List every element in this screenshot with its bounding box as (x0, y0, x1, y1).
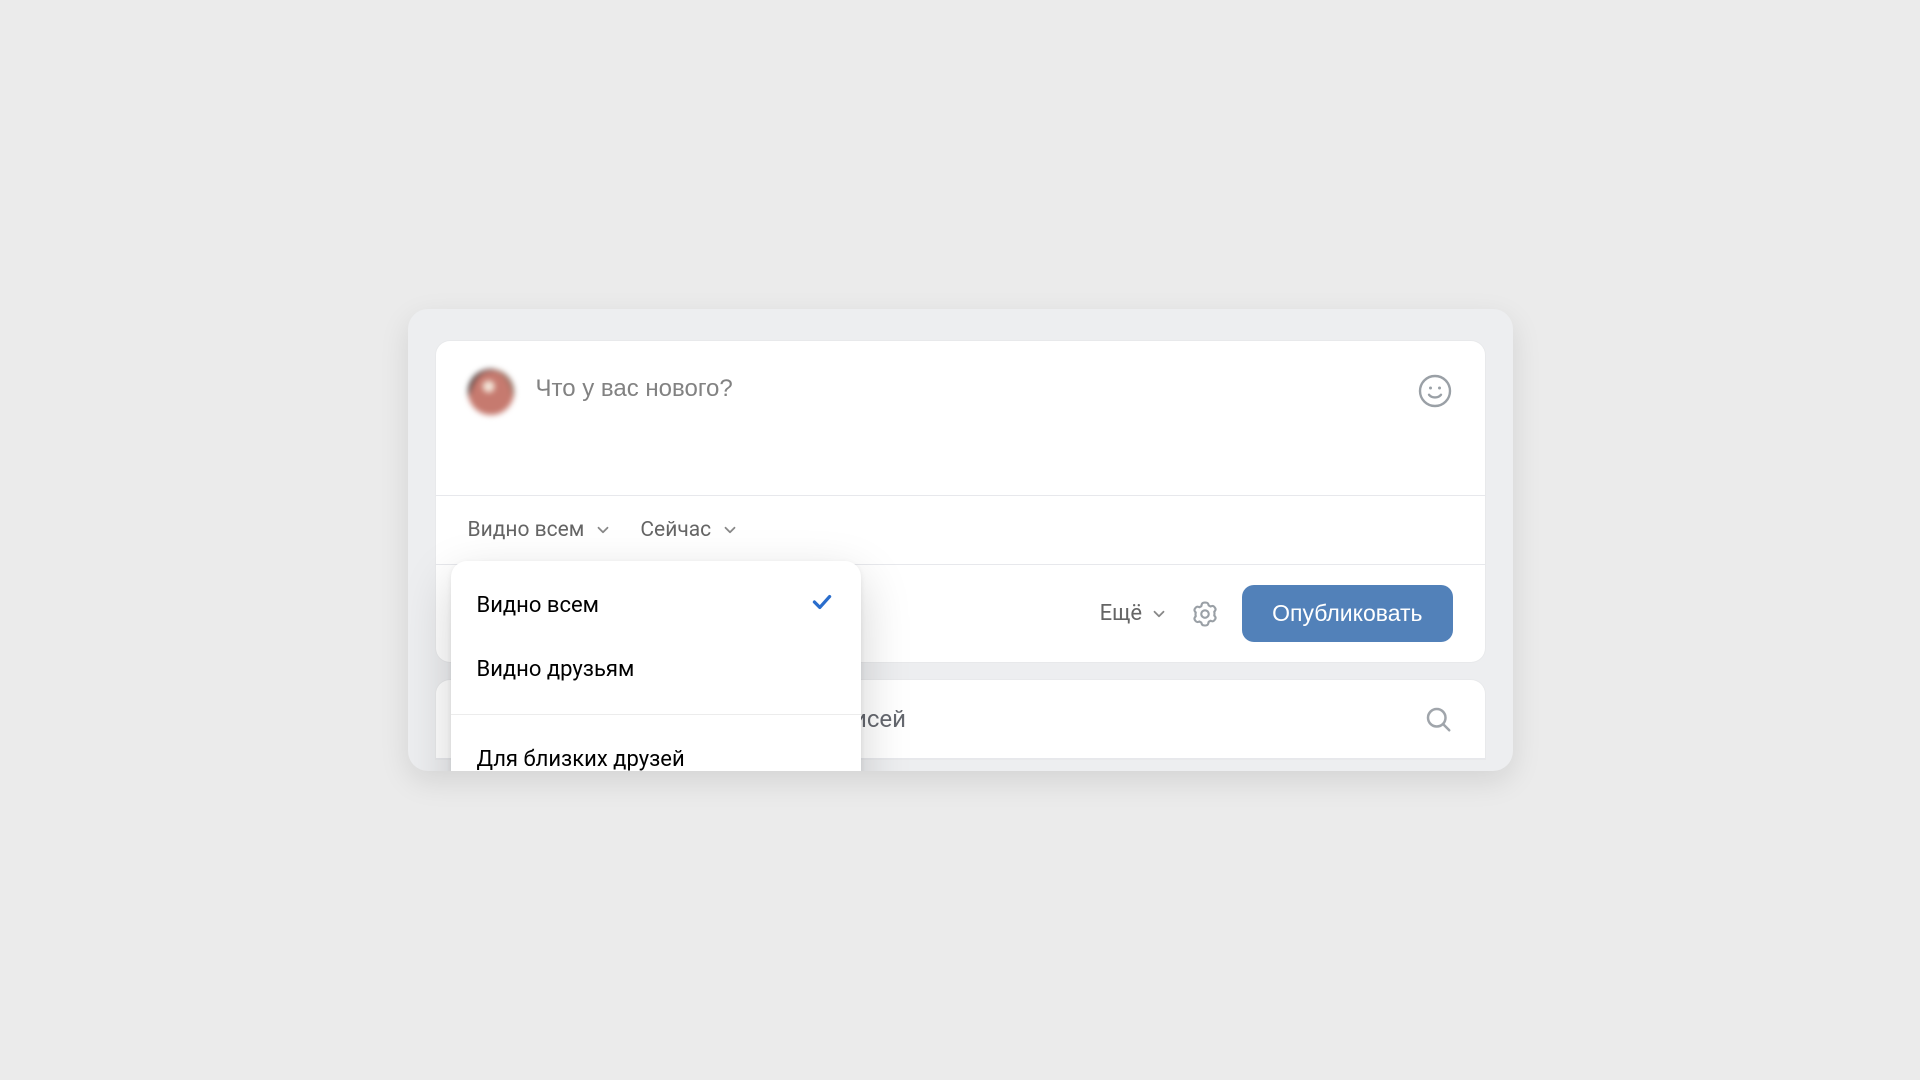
chevron-down-icon (594, 521, 612, 539)
app-window: Видно всем Сейчас Ещё Опубликовать (408, 309, 1513, 771)
visibility-option-label: Для близких друзей (477, 747, 685, 771)
attachments-more[interactable]: Ещё (1100, 601, 1169, 626)
visibility-option-label: Видно друзьям (477, 657, 635, 682)
attachments-more-label: Ещё (1100, 601, 1143, 626)
chevron-down-icon (721, 521, 739, 539)
search-icon[interactable] (1423, 704, 1453, 734)
smile-icon[interactable] (1417, 369, 1453, 409)
visibility-label: Видно всем (468, 518, 585, 542)
visibility-option-friends[interactable]: Видно друзьям (451, 639, 861, 700)
avatar[interactable] (468, 369, 514, 415)
visibility-option-close-friends[interactable]: Для близких друзей (451, 729, 861, 771)
visibility-dropdown: Видно всем Видно друзьям Для близких дру… (451, 561, 861, 771)
chevron-down-icon (1150, 605, 1168, 623)
check-icon (809, 589, 835, 621)
composer-input[interactable] (536, 369, 1417, 403)
time-label: Сейчас (640, 518, 711, 542)
post-composer-card: Видно всем Сейчас Ещё Опубликовать (436, 341, 1485, 662)
time-selector[interactable]: Сейчас (640, 518, 739, 542)
visibility-option-everyone[interactable]: Видно всем (451, 571, 861, 639)
visibility-selector[interactable]: Видно всем (468, 518, 613, 542)
divider (451, 714, 861, 715)
visibility-option-label: Видно всем (477, 593, 599, 618)
publish-button[interactable]: Опубликовать (1242, 585, 1452, 642)
gear-icon[interactable] (1190, 599, 1220, 629)
